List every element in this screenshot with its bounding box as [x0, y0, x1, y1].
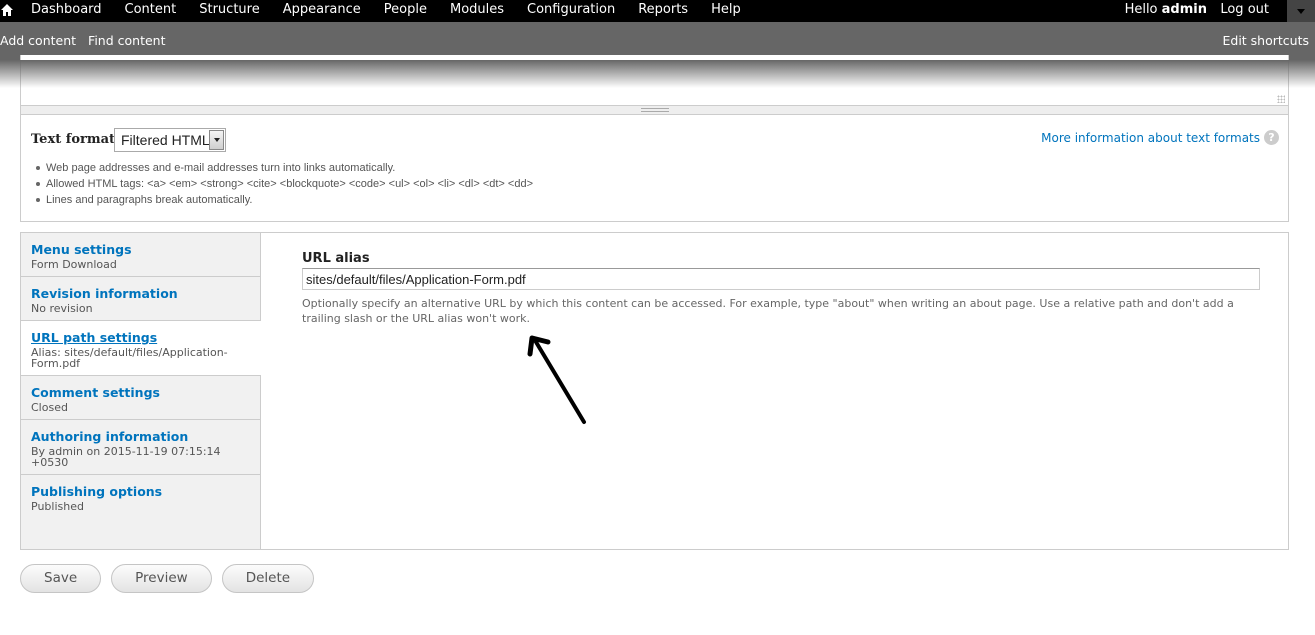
vtab-title[interactable]: Publishing options [31, 484, 250, 500]
shortcut-find-content[interactable]: Find content [88, 33, 165, 48]
vertical-tabs: Menu settings Form Download Revision inf… [20, 232, 1289, 550]
menu-structure[interactable]: Structure [199, 2, 259, 17]
vtab-summary: No revision [31, 302, 93, 315]
vtab-authoring-information[interactable]: Authoring information By admin on 2015-1… [21, 420, 260, 475]
menu-reports[interactable]: Reports [638, 2, 688, 17]
edit-shortcuts-link[interactable]: Edit shortcuts [1222, 33, 1309, 48]
url-alias-description: Optionally specify an alternative URL by… [302, 297, 1234, 325]
vtab-summary: Form Download [31, 258, 117, 271]
text-format-wrapper: Text format Filtered HTML Web page addre… [20, 115, 1289, 222]
grip-icon [641, 108, 669, 112]
menu-content[interactable]: Content [125, 2, 177, 17]
home-icon[interactable] [0, 3, 14, 17]
vtab-title[interactable]: Menu settings [31, 242, 250, 258]
vtab-url-path-settings[interactable]: URL path settings Alias: sites/default/f… [21, 321, 261, 376]
vtab-summary: By admin on 2015-11-19 07:15:14 +0530 [31, 445, 221, 469]
admin-toolbar: Dashboard Content Structure Appearance P… [0, 0, 1315, 22]
menu-dashboard[interactable]: Dashboard [31, 2, 102, 17]
vertical-tab-list: Menu settings Form Download Revision inf… [21, 233, 261, 549]
delete-button[interactable]: Delete [221, 564, 315, 593]
logout-link[interactable]: Log out [1220, 2, 1269, 17]
toolbar-menu: Dashboard Content Structure Appearance P… [31, 2, 764, 17]
url-alias-label: URL alias [302, 251, 370, 266]
vtab-title[interactable]: Revision information [31, 286, 250, 302]
text-format-label: Text format [31, 132, 116, 147]
vtab-summary: Alias: sites/default/files/Application-F… [31, 346, 228, 370]
text-format-select[interactable]: Filtered HTML [114, 128, 226, 152]
menu-appearance[interactable]: Appearance [283, 2, 361, 17]
more-info-text-formats-link[interactable]: More information about text formats [1041, 131, 1260, 145]
user-greeting: Hello admin [1125, 2, 1207, 17]
menu-configuration[interactable]: Configuration [527, 2, 615, 17]
help-icon[interactable]: ? [1264, 130, 1279, 145]
menu-modules[interactable]: Modules [450, 2, 504, 17]
textarea-grippie[interactable] [20, 105, 1289, 115]
select-arrow[interactable] [209, 130, 224, 150]
chevron-down-icon [213, 138, 220, 142]
tip-item: Allowed HTML tags: <a> <em> <strong> <ci… [35, 176, 533, 192]
vtab-menu-settings[interactable]: Menu settings Form Download [21, 233, 260, 277]
username-link[interactable]: admin [1162, 2, 1207, 17]
menu-people[interactable]: People [384, 2, 427, 17]
menu-help[interactable]: Help [711, 2, 741, 17]
vtab-summary: Closed [31, 401, 68, 414]
vtab-title[interactable]: URL path settings [31, 330, 251, 346]
text-format-selected: Filtered HTML [121, 132, 210, 148]
text-format-tips: Web page addresses and e-mail addresses … [35, 160, 533, 208]
body-textarea[interactable] [20, 55, 1289, 105]
greeting-text: Hello [1124, 2, 1162, 17]
tip-item: Web page addresses and e-mail addresses … [35, 160, 533, 176]
vtab-summary: Published [31, 500, 84, 513]
save-button[interactable]: Save [20, 564, 102, 593]
vtab-comment-settings[interactable]: Comment settings Closed [21, 376, 260, 420]
vtab-title[interactable]: Authoring information [31, 429, 250, 445]
vtab-title[interactable]: Comment settings [31, 385, 250, 401]
form-actions: Save Preview Delete [20, 564, 324, 593]
annotation-arrow-icon [527, 335, 586, 424]
tip-item: Lines and paragraphs break automatically… [35, 192, 533, 208]
chevron-down-icon [1297, 8, 1305, 14]
shortcut-add-content[interactable]: Add content [0, 33, 76, 48]
preview-button[interactable]: Preview [111, 564, 212, 593]
url-alias-input[interactable] [302, 268, 1260, 290]
vtab-revision-information[interactable]: Revision information No revision [21, 277, 260, 321]
shortcuts-toggle-button[interactable] [1287, 0, 1315, 22]
resize-handle-icon[interactable] [1277, 95, 1285, 103]
url-path-pane: URL alias Optionally specify an alternat… [302, 251, 1262, 325]
vtab-publishing-options[interactable]: Publishing options Published [21, 475, 260, 518]
